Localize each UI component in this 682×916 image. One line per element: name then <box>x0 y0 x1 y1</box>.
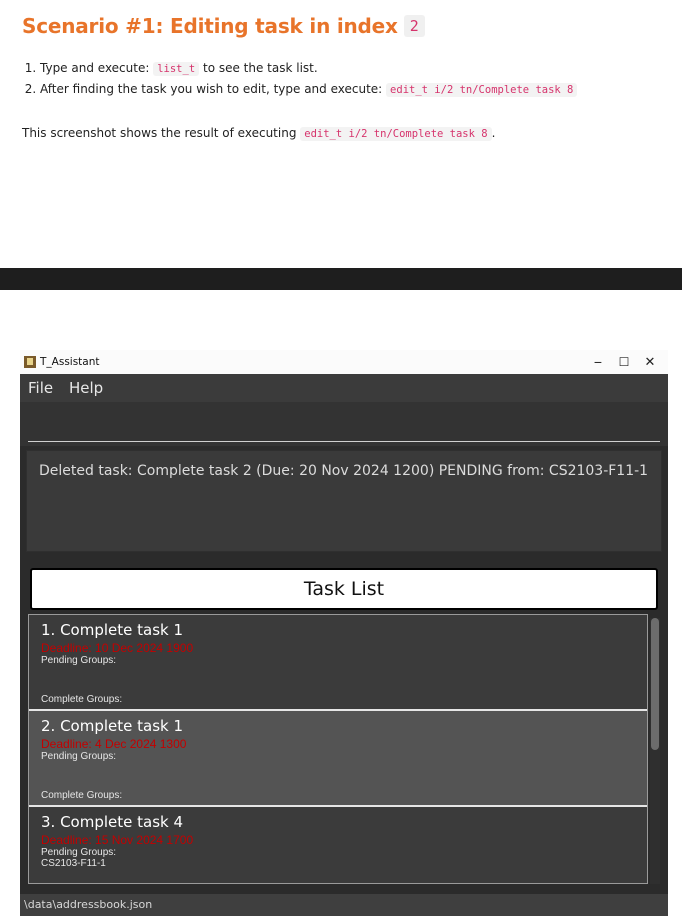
minimize-button[interactable]: − <box>584 353 612 371</box>
app-icon <box>24 356 36 368</box>
pending-group-value: CS2103-F11-1 <box>41 858 106 869</box>
menu-file[interactable]: File <box>28 379 53 397</box>
note-paragraph: This screenshot shows the result of exec… <box>22 126 496 141</box>
note-prefix: This screenshot shows the result of exec… <box>22 126 297 140</box>
scrollbar-thumb[interactable] <box>651 618 659 750</box>
step-prefix: Type and execute: <box>40 61 150 75</box>
scenario-heading: Scenario #1: Editing task in index 2 <box>22 14 425 38</box>
task-deadline: Deadline: 15 Nov 2024 1700 <box>41 833 194 847</box>
status-bar-path: \data\addressbook.json <box>20 894 668 916</box>
document-section: Scenario #1: Editing task in index2 Type… <box>0 0 682 268</box>
step-prefix: After finding the task you wish to edit,… <box>40 82 383 96</box>
note-suffix: . <box>491 126 496 140</box>
app-window: T_Assistant − ☐ ✕ File Help Deleted task… <box>20 350 668 916</box>
task-deadline: Deadline: 10 Dec 2024 1900 <box>41 641 194 655</box>
close-button[interactable]: ✕ <box>636 353 664 371</box>
divider-band <box>0 268 682 290</box>
title-bar: T_Assistant − ☐ ✕ <box>20 350 668 374</box>
pending-groups-label: Pending Groups: <box>41 847 117 858</box>
menu-help[interactable]: Help <box>69 379 103 397</box>
step-code: edit_t i/2 tn/Complete task 8 <box>386 83 578 97</box>
task-list-header: Task List <box>30 568 658 610</box>
task-card[interactable]: 3. Complete task 4 Deadline: 15 Nov 2024… <box>29 807 647 883</box>
heading-index-badge: 2 <box>403 15 425 37</box>
steps-list: Type and execute: list_t to see the task… <box>22 58 578 100</box>
command-input-underline <box>28 441 660 442</box>
pending-groups-label: Pending Groups: <box>41 751 117 762</box>
task-title: 1. Complete task 1 <box>41 621 184 639</box>
note-code: edit_t i/2 tn/Complete task 8 <box>300 127 492 141</box>
step-suffix: to see the task list. <box>202 61 318 75</box>
command-box[interactable] <box>20 402 668 446</box>
menu-bar: File Help <box>20 374 668 402</box>
task-card[interactable]: 1. Complete task 1 Deadline: 10 Dec 2024… <box>29 615 647 711</box>
task-list-scrollbar[interactable] <box>650 618 660 884</box>
task-title: 3. Complete task 4 <box>41 813 184 831</box>
task-title: 2. Complete task 1 <box>41 717 184 735</box>
task-list[interactable]: 1. Complete task 1 Deadline: 10 Dec 2024… <box>28 614 648 884</box>
result-display: Deleted task: Complete task 2 (Due: 20 N… <box>26 450 662 552</box>
complete-groups-label: Complete Groups: <box>41 694 123 705</box>
step-item: After finding the task you wish to edit,… <box>40 79 578 100</box>
pending-groups-label: Pending Groups: <box>41 655 117 666</box>
task-deadline: Deadline: 4 Dec 2024 1300 <box>41 737 187 751</box>
task-card[interactable]: 2. Complete task 1 Deadline: 4 Dec 2024 … <box>29 711 647 807</box>
maximize-button[interactable]: ☐ <box>610 353 638 371</box>
step-code: list_t <box>153 62 200 76</box>
step-item: Type and execute: list_t to see the task… <box>40 58 577 79</box>
complete-groups-label: Complete Groups: <box>41 790 123 801</box>
heading-text: Scenario #1: Editing task in index <box>22 14 398 38</box>
window-title: T_Assistant <box>40 356 100 368</box>
